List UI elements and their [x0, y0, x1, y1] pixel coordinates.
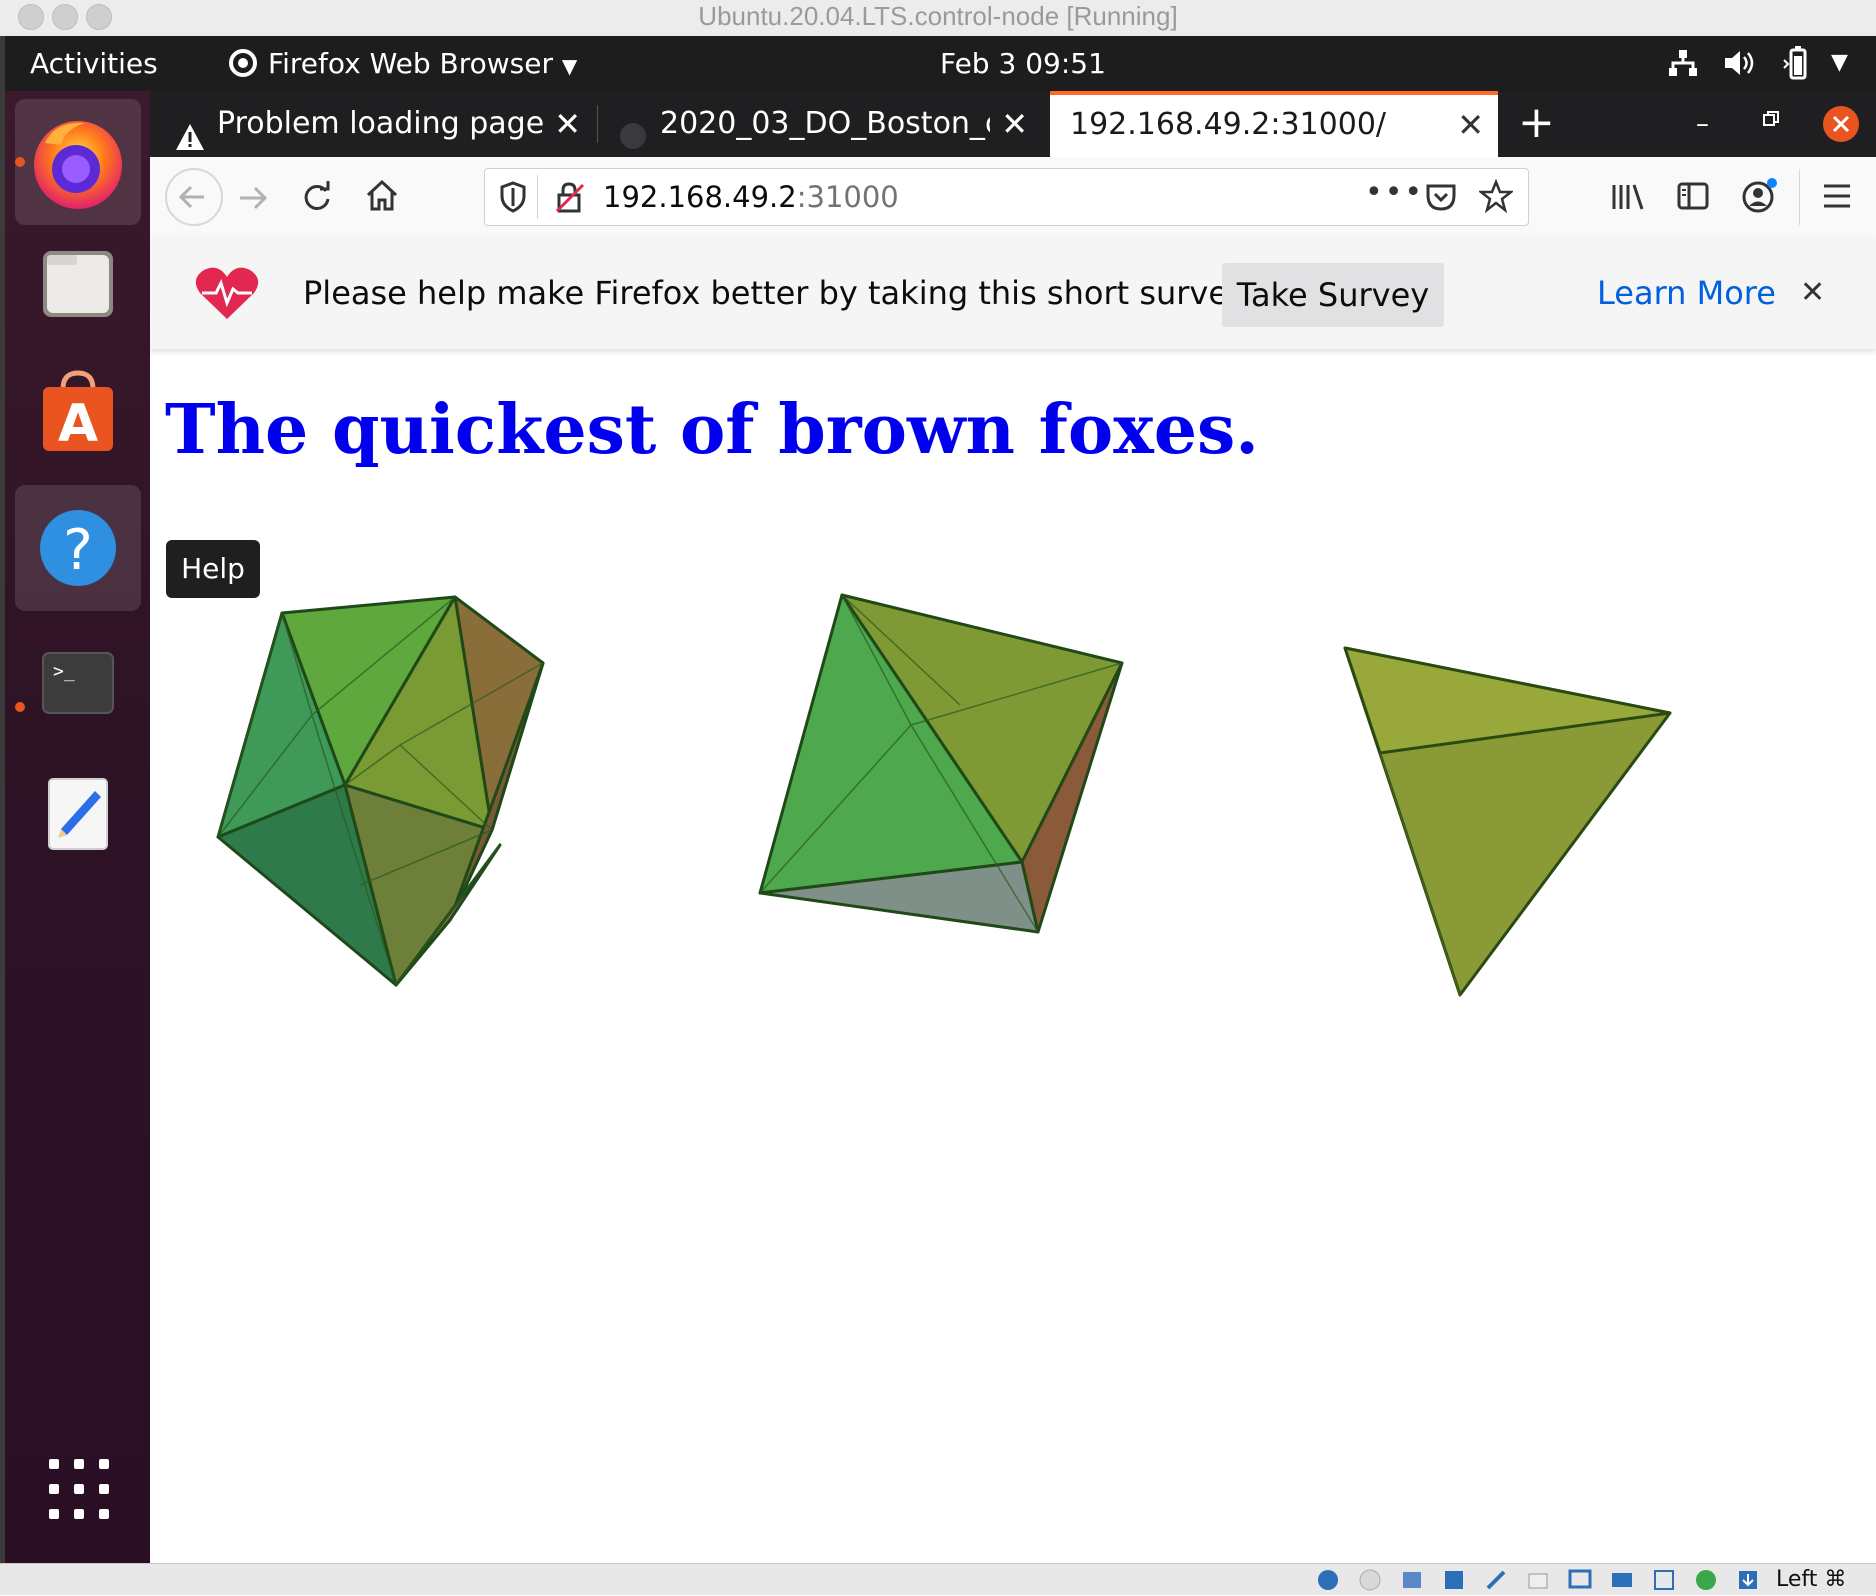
- survey-notification-bar: Please help make Firefox better by takin…: [150, 237, 1876, 349]
- ubuntu-top-bar: Activities Firefox Web Browser ▼ Feb 3 0…: [5, 36, 1876, 91]
- svg-text:A: A: [58, 394, 98, 454]
- back-button[interactable]: [164, 167, 224, 231]
- url-port: :31000: [796, 180, 899, 214]
- dock-firefox[interactable]: [15, 99, 141, 225]
- host-window-titlebar: Ubuntu.20.04.LTS.control-node [Running]: [0, 0, 1876, 37]
- forward-button[interactable]: [236, 181, 270, 219]
- network-adapter-icon[interactable]: [1442, 1568, 1466, 1596]
- window-restore-icon[interactable]: [1763, 111, 1779, 131]
- network-icon[interactable]: [1668, 48, 1698, 82]
- guest-additions-icon[interactable]: [1694, 1568, 1718, 1596]
- window-close-icon[interactable]: [1822, 105, 1860, 147]
- tetrahedron-shape: [1343, 646, 1672, 997]
- help-tooltip: Help: [166, 540, 260, 598]
- tab-strip: Problem loading page ✕ 2020_03_DO_Boston…: [150, 91, 1876, 157]
- running-indicator: [15, 702, 25, 712]
- address-bar[interactable]: 192.168.49.2:31000 •••: [484, 168, 1529, 226]
- host-window-title: Ubuntu.20.04.LTS.control-node [Running]: [698, 1, 1178, 31]
- files-icon: [43, 251, 113, 317]
- dock-terminal[interactable]: >_: [15, 617, 141, 743]
- shared-folders-icon[interactable]: [1526, 1568, 1550, 1596]
- octahedron-shape: [758, 593, 1124, 934]
- firefox-icon: [34, 121, 122, 209]
- dock-text-editor[interactable]: [15, 749, 141, 875]
- show-applications-icon[interactable]: [47, 1457, 111, 1521]
- terminal-icon: >_: [42, 652, 114, 714]
- tab-label: 192.168.49.2:31000/: [1070, 107, 1387, 142]
- virtualization-icon[interactable]: [1652, 1568, 1676, 1596]
- take-survey-button[interactable]: Take Survey: [1222, 263, 1444, 327]
- page-actions-ellipsis-icon[interactable]: •••: [1365, 169, 1424, 217]
- app-menu-button[interactable]: Firefox Web Browser ▼: [268, 36, 577, 94]
- tab-active-localhost[interactable]: 192.168.49.2:31000/ ✕: [1050, 91, 1498, 157]
- survey-message: Please help make Firefox better by takin…: [303, 274, 1247, 312]
- tab-close-icon[interactable]: ✕: [1457, 95, 1484, 155]
- usb-icon[interactable]: [1484, 1568, 1508, 1596]
- insecure-connection-icon[interactable]: [555, 181, 585, 217]
- account-icon[interactable]: [1740, 175, 1780, 219]
- hamburger-menu-icon[interactable]: [1822, 181, 1852, 215]
- window-minimize-icon[interactable]: –: [1696, 91, 1709, 157]
- bookmark-star-icon[interactable]: [1477, 178, 1515, 217]
- dock-files[interactable]: [15, 221, 141, 347]
- urlbar-divider: [537, 175, 538, 219]
- icosahedron-shape: [216, 595, 545, 987]
- tab-github-repo[interactable]: 2020_03_DO_Boston_ca ✕: [612, 91, 1042, 157]
- app-menu-label: Firefox Web Browser: [268, 47, 553, 80]
- learn-more-link[interactable]: Learn More: [1597, 237, 1776, 349]
- dock-help[interactable]: ?: [15, 485, 141, 611]
- library-icon[interactable]: [1610, 179, 1646, 219]
- page-heading: The quickest of brown foxes.: [165, 390, 1259, 470]
- url-host: 192.168.49.2: [603, 180, 797, 214]
- host-key-label: Left ⌘: [1776, 1567, 1847, 1592]
- tab-close-icon[interactable]: ✕: [1001, 91, 1028, 157]
- clock[interactable]: Feb 3 09:51: [940, 36, 1106, 91]
- help-icon: ?: [40, 510, 116, 586]
- warning-icon: [175, 109, 205, 157]
- tracking-protection-shield-icon[interactable]: [499, 181, 527, 217]
- display-icon[interactable]: [1568, 1568, 1592, 1596]
- tab-label: Problem loading page: [217, 106, 545, 141]
- reload-button[interactable]: [300, 179, 334, 219]
- close-notification-icon[interactable]: ✕: [1800, 237, 1825, 349]
- chevron-down-icon: ▼: [561, 54, 578, 78]
- tab-separator: [597, 105, 598, 143]
- navigation-toolbar: 192.168.49.2:31000 •••: [150, 157, 1876, 238]
- ubuntu-dock: A ? >_: [5, 91, 150, 1563]
- polyhedra-canvas: [216, 593, 1672, 997]
- volume-icon[interactable]: [1723, 48, 1757, 82]
- pocket-icon[interactable]: [1425, 181, 1457, 217]
- activities-button[interactable]: Activities: [30, 36, 158, 91]
- new-tab-plus-icon[interactable]: +: [1518, 91, 1555, 155]
- system-menu-chevron-icon[interactable]: ▼: [1831, 50, 1848, 75]
- video-capture-icon[interactable]: [1610, 1568, 1634, 1596]
- mouse-integration-icon[interactable]: [1736, 1568, 1760, 1596]
- heart-icon: [194, 265, 260, 325]
- audio-icon[interactable]: [1400, 1568, 1424, 1596]
- tab-label: 2020_03_DO_Boston_ca: [660, 106, 990, 141]
- text-editor-icon: [48, 778, 108, 850]
- url-text[interactable]: 192.168.49.2:31000: [603, 169, 899, 225]
- svg-text:>_: >_: [53, 661, 75, 682]
- tab-close-icon[interactable]: ✕: [554, 91, 581, 157]
- software-icon: A: [43, 370, 113, 454]
- optical-drive-icon[interactable]: [1358, 1568, 1382, 1596]
- virtualbox-status-bar: Left ⌘: [0, 1563, 1876, 1595]
- toolbar-divider: [1799, 169, 1800, 225]
- battery-icon[interactable]: [1782, 46, 1812, 84]
- home-button[interactable]: [364, 177, 400, 217]
- tab-problem-loading[interactable]: Problem loading page ✕: [165, 91, 595, 157]
- github-icon: [618, 109, 648, 157]
- running-indicator: [15, 157, 25, 167]
- firefox-app-icon: [227, 47, 259, 79]
- hard-disk-icon[interactable]: [1316, 1568, 1340, 1596]
- dock-software[interactable]: A: [15, 353, 141, 479]
- sidebar-icon[interactable]: [1676, 179, 1710, 217]
- svg-text:?: ?: [63, 518, 93, 583]
